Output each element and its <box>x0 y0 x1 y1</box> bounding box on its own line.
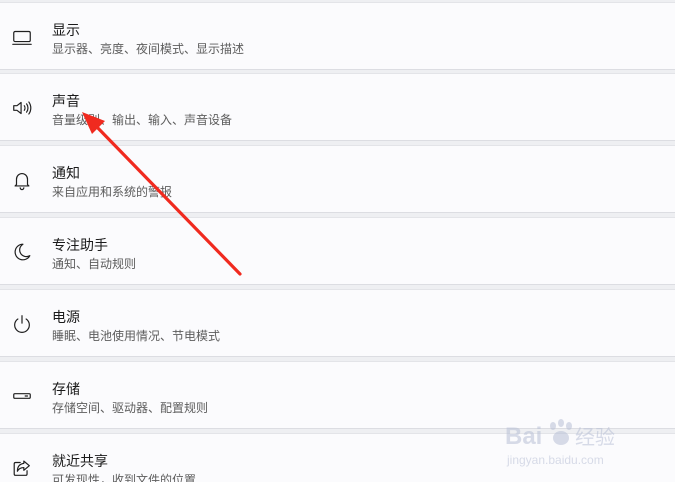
settings-item-subtitle: 存储空间、驱动器、配置规则 <box>52 401 209 415</box>
speaker-icon <box>10 96 34 120</box>
settings-item-title: 专注助手 <box>52 237 108 253</box>
settings-item-title: 显示 <box>52 22 80 38</box>
settings-item-power[interactable]: 电源 睡眠、电池使用情况、节电模式 <box>0 289 675 357</box>
settings-item-storage[interactable]: 存储 存储空间、驱动器、配置规则 <box>0 361 675 429</box>
power-icon <box>10 312 34 336</box>
settings-item-subtitle: 睡眠、电池使用情况、节电模式 <box>52 329 221 343</box>
settings-item-subtitle: 显示器、亮度、夜间模式、显示描述 <box>52 42 245 56</box>
drive-icon <box>10 384 34 408</box>
monitor-icon <box>10 25 34 49</box>
settings-item-focus-assist[interactable]: 专注助手 通知、自动规则 <box>0 217 675 285</box>
settings-item-display[interactable]: 显示 显示器、亮度、夜间模式、显示描述 <box>0 2 675 70</box>
settings-item-title: 电源 <box>52 309 80 325</box>
settings-item-title: 就近共享 <box>52 453 108 469</box>
settings-item-subtitle: 音量级别、输出、输入、声音设备 <box>52 113 233 127</box>
settings-item-sound[interactable]: 声音 音量级别、输出、输入、声音设备 <box>0 73 675 141</box>
moon-icon <box>10 240 34 264</box>
bell-icon <box>10 168 34 192</box>
settings-item-notifications[interactable]: 通知 来自应用和系统的警报 <box>0 145 675 213</box>
settings-item-subtitle: 通知、自动规则 <box>52 257 137 271</box>
settings-item-title: 声音 <box>52 93 80 109</box>
settings-item-nearby-sharing[interactable]: 就近共享 可发现性，收到文件的位置 <box>0 433 675 482</box>
settings-item-title: 通知 <box>52 165 80 181</box>
settings-item-subtitle: 来自应用和系统的警报 <box>52 185 173 199</box>
settings-item-title: 存储 <box>52 381 80 397</box>
settings-page: 显示 显示器、亮度、夜间模式、显示描述 声音 音量级别、输出、输入、声音设备 通… <box>0 0 675 482</box>
settings-item-subtitle: 可发现性，收到文件的位置 <box>52 473 197 482</box>
share-icon <box>10 456 34 480</box>
